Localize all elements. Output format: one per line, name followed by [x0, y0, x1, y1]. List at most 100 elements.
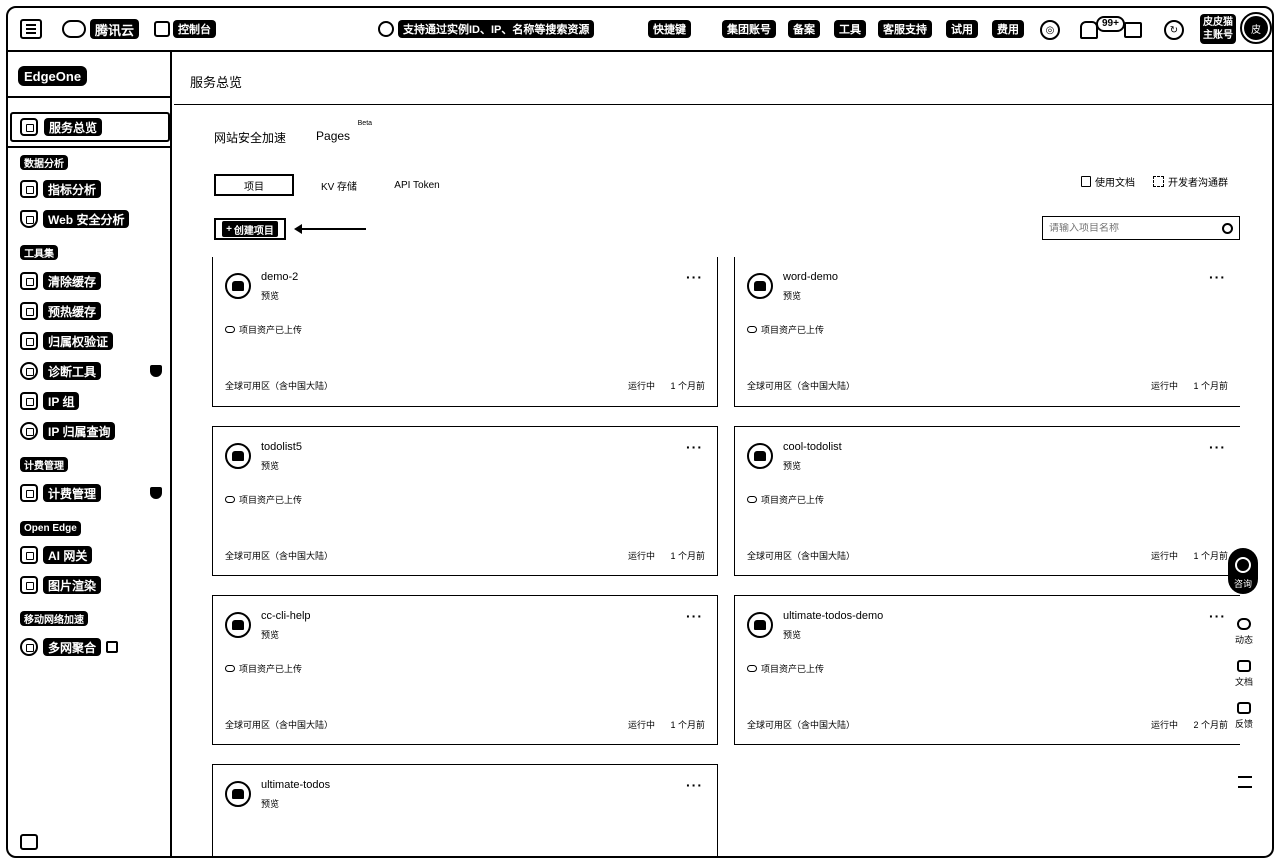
project-card[interactable]: ultimate-todos-demo 预览 ··· 项目资产已上传 全球可用区…	[734, 595, 1240, 745]
sidebar-item-label: 图片渲染	[43, 576, 102, 594]
plus-icon: +	[226, 223, 232, 235]
grid-icon	[20, 118, 38, 136]
project-card[interactable]: demo-2 预览 ··· 项目资产已上传 全球可用区（含中国大陆） 运行中 1…	[212, 257, 718, 407]
sidebar-item-billing[interactable]: 计费管理	[20, 482, 102, 504]
home-icon	[154, 21, 170, 37]
account-name: 皮皮猫	[1203, 17, 1233, 28]
list-icon[interactable]	[1238, 776, 1252, 788]
project-name[interactable]: todolist5	[261, 441, 302, 453]
sidebar-item-diagnose[interactable]: 诊断工具	[20, 360, 102, 382]
support-link[interactable]: 客服支持	[878, 20, 932, 38]
scroll-handle[interactable]	[736, 856, 766, 858]
console-link[interactable]: 控制台	[154, 20, 216, 38]
sidebar-item-prefetch-cache[interactable]: 预热缓存	[20, 300, 102, 322]
ip-icon	[20, 392, 38, 410]
project-search-input[interactable]	[1049, 222, 1222, 234]
sidebar-item-purge-cache[interactable]: 清除缓存	[20, 270, 102, 292]
sidebar-item-ai-gateway[interactable]: AI 网关	[20, 544, 93, 566]
app-window: 腾讯云 控制台 支持通过实例ID、IP、名称等搜索资源 快捷键 集团账号 备案 …	[6, 6, 1274, 858]
sidebar-item-image-render[interactable]: 图片渲染	[20, 574, 102, 596]
section-title: 计费管理	[20, 457, 68, 472]
more-icon[interactable]: ···	[686, 269, 703, 285]
sidebar-item-web-security[interactable]: Web 安全分析	[20, 208, 130, 230]
more-icon[interactable]: ···	[1209, 269, 1226, 285]
group-account-link[interactable]: 集团账号	[722, 20, 776, 38]
tab-api-token[interactable]: API Token	[384, 174, 450, 196]
refresh-icon[interactable]: ↻	[1164, 20, 1184, 40]
sidebar-item-metrics[interactable]: 指标分析	[20, 178, 102, 200]
project-card[interactable]: ultimate-todos 预览 ···	[212, 764, 718, 856]
more-icon[interactable]: ···	[1209, 439, 1226, 455]
project-tag: 预览	[783, 630, 802, 640]
feedback-button[interactable]: 反馈	[1226, 702, 1262, 730]
cloud-icon	[62, 20, 86, 38]
developer-group-label: 开发者沟通群	[1168, 178, 1228, 189]
project-name[interactable]: demo-2	[261, 271, 298, 283]
product-switcher[interactable]: EdgeOne	[18, 66, 88, 86]
project-region: 全球可用区（含中国大陆）	[747, 381, 856, 391]
cloud-icon	[1237, 618, 1251, 630]
project-name[interactable]: cc-cli-help	[261, 610, 311, 622]
collapse-sidebar-icon[interactable]	[20, 834, 38, 850]
project-card[interactable]: todolist5 预览 ··· 项目资产已上传 全球可用区（含中国大陆） 运行…	[212, 426, 718, 576]
more-icon[interactable]: ···	[1209, 608, 1226, 624]
docs-link-label: 使用文档	[1095, 178, 1135, 189]
page-title: 服务总览	[190, 75, 243, 90]
billing-link[interactable]: 费用	[992, 20, 1024, 38]
project-search[interactable]	[1042, 216, 1240, 240]
tools-link[interactable]: 工具	[834, 20, 866, 38]
sidebar: EdgeOne 服务总览 数据分析 指标分析 Web 安全分析 工具集 清除缓存	[8, 52, 172, 856]
sidebar-item-ownership[interactable]: 归属权验证	[20, 330, 114, 352]
consult-button[interactable]: 咨询	[1228, 548, 1258, 594]
tab-projects[interactable]: 项目	[214, 174, 294, 196]
project-name[interactable]: ultimate-todos-demo	[783, 610, 883, 622]
floating-toolbar: 咨询 动态 文档 反馈	[1226, 548, 1262, 730]
upload-text: 项目资产已上传	[239, 664, 303, 674]
sidebar-item-overview[interactable]: 服务总览	[10, 112, 170, 142]
search-icon[interactable]	[1222, 222, 1233, 234]
sidebar-item-ip-lookup[interactable]: IP 归属查询	[20, 420, 116, 442]
chart-icon	[20, 180, 38, 198]
section-data-analysis: 数据分析	[20, 154, 68, 172]
more-icon[interactable]: ···	[686, 439, 703, 455]
project-card[interactable]: cool-todolist 预览 ··· 项目资产已上传 全球可用区（含中国大陆…	[734, 426, 1240, 576]
sidebar-item-ip-group[interactable]: IP 组	[20, 390, 80, 412]
qrcode-icon	[1153, 176, 1164, 187]
avatar[interactable]: 皮	[1240, 12, 1272, 44]
feedback-icon	[1237, 702, 1251, 714]
menu-icon[interactable]	[20, 19, 42, 39]
tab-kv-storage[interactable]: KV 存储	[294, 174, 384, 196]
sub-tabs: 项目 KV 存储 API Token	[214, 174, 450, 196]
news-button[interactable]: 动态	[1226, 618, 1262, 646]
more-icon[interactable]: ···	[686, 608, 703, 624]
project-card[interactable]: word-demo 预览 ··· 项目资产已上传 全球可用区（含中国大陆） 运行…	[734, 257, 1240, 407]
docs-link[interactable]: 使用文档	[1081, 174, 1135, 189]
more-icon[interactable]: ···	[686, 777, 703, 793]
tab-site-acceleration[interactable]: 网站安全加速	[214, 124, 286, 151]
mail-icon[interactable]	[1124, 22, 1142, 38]
project-icon	[747, 612, 773, 638]
project-name[interactable]: word-demo	[783, 271, 838, 283]
filing-link[interactable]: 备案	[788, 20, 820, 38]
docs-button[interactable]: 文档	[1226, 660, 1262, 688]
shortcut-link[interactable]: 快捷键	[648, 20, 691, 38]
trial-link[interactable]: 试用	[946, 20, 978, 38]
project-card[interactable]: cc-cli-help 预览 ··· 项目资产已上传 全球可用区（含中国大陆） …	[212, 595, 718, 745]
create-project-button[interactable]: + 创建项目	[214, 218, 286, 240]
docs-label: 文档	[1234, 677, 1253, 687]
upload-text: 项目资产已上传	[239, 495, 303, 505]
section-title: Open Edge	[20, 521, 81, 536]
developer-group-link[interactable]: 开发者沟通群	[1153, 174, 1228, 189]
account-menu[interactable]: 皮皮猫 主账号	[1200, 14, 1236, 44]
global-search[interactable]: 支持通过实例ID、IP、名称等搜索资源	[378, 20, 595, 38]
project-name[interactable]: ultimate-todos	[261, 779, 330, 791]
sidebar-item-multi-network[interactable]: 多网聚合	[20, 636, 119, 658]
project-icon	[225, 612, 251, 638]
external-link-icon	[106, 641, 119, 653]
beta-badge: Beta	[357, 120, 373, 127]
tab-pages[interactable]: Pages Beta	[316, 120, 372, 151]
project-name[interactable]: cool-todolist	[783, 441, 842, 453]
tencent-cloud-logo[interactable]: 腾讯云	[62, 19, 140, 39]
globe-icon[interactable]: ◎	[1040, 20, 1060, 40]
section-mobile-acceleration: 移动网络加速	[20, 610, 88, 628]
